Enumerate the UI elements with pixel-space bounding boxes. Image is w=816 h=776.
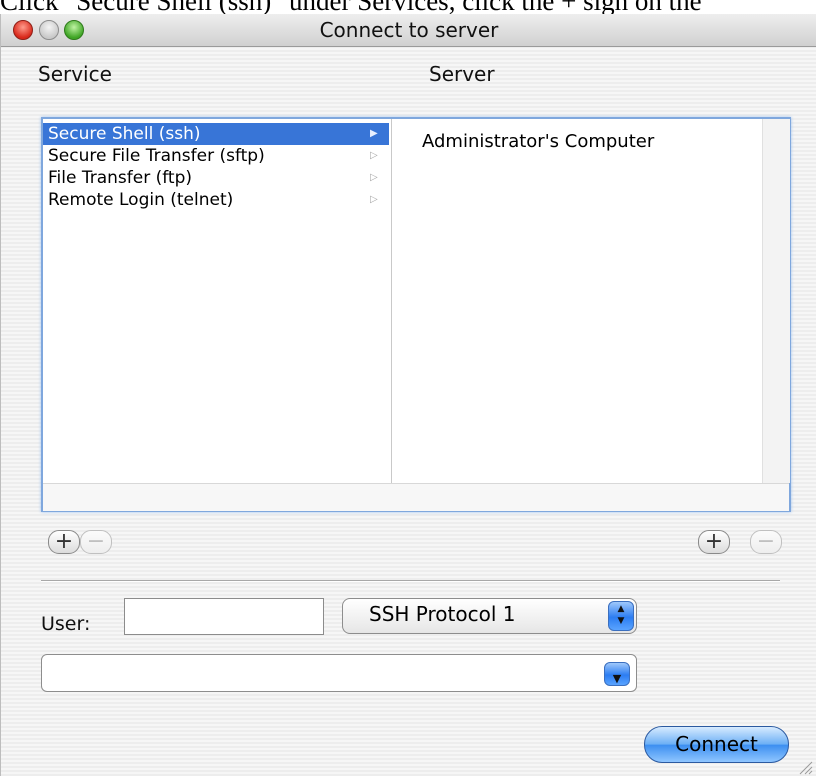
section-divider	[41, 580, 780, 582]
server-address-combobox[interactable]: ▼	[41, 654, 637, 692]
service-column-header: Service	[38, 62, 112, 86]
server-list: Administrator's Computer	[392, 119, 762, 483]
horizontal-scrollbar[interactable]	[43, 483, 789, 511]
add-server-button[interactable]: +	[698, 530, 730, 554]
service-list: Secure Shell (ssh) ▶ Secure File Transfe…	[43, 119, 392, 483]
disclosure-arrow-icon: ▶	[370, 128, 378, 139]
vertical-scrollbar[interactable]	[762, 119, 790, 483]
service-server-browser: Secure Shell (ssh) ▶ Secure File Transfe…	[41, 117, 791, 512]
service-item-ftp[interactable]: File Transfer (ftp) ▷	[43, 167, 389, 189]
remove-service-button[interactable]: −	[80, 530, 112, 554]
user-field[interactable]	[124, 598, 324, 635]
connect-button[interactable]: Connect	[644, 726, 789, 763]
service-item-label: Secure Shell (ssh)	[48, 124, 201, 144]
service-item-telnet[interactable]: Remote Login (telnet) ▷	[43, 189, 389, 211]
service-item-ssh[interactable]: Secure Shell (ssh) ▶	[43, 123, 389, 145]
protocol-select[interactable]: SSH Protocol 1 ▲ ▼	[342, 598, 637, 634]
chevron-down-icon[interactable]: ▼	[604, 662, 630, 686]
user-label: User:	[41, 613, 91, 635]
remove-server-button[interactable]: −	[750, 530, 782, 554]
title-bar[interactable]: Connect to server	[1, 14, 816, 47]
protocol-select-value: SSH Protocol 1	[369, 602, 516, 626]
up-down-arrows-icon: ▲ ▼	[608, 601, 634, 631]
service-item-label: Secure File Transfer (sftp)	[48, 146, 265, 166]
service-item-sftp[interactable]: Secure File Transfer (sftp) ▷	[43, 145, 389, 167]
service-item-label: Remote Login (telnet)	[48, 190, 234, 210]
window-title: Connect to server	[319, 18, 499, 42]
disclosure-arrow-icon: ▷	[370, 172, 378, 183]
resize-grip-icon[interactable]	[797, 759, 813, 775]
add-service-button[interactable]: +	[48, 530, 80, 554]
server-column-header: Server	[429, 62, 495, 86]
disclosure-arrow-icon: ▷	[370, 194, 378, 205]
server-item[interactable]: Administrator's Computer	[422, 131, 654, 152]
connect-window: Connect to server Service Server Secure …	[0, 14, 816, 776]
disclosure-arrow-icon: ▷	[370, 150, 378, 161]
service-item-label: File Transfer (ftp)	[48, 168, 193, 188]
